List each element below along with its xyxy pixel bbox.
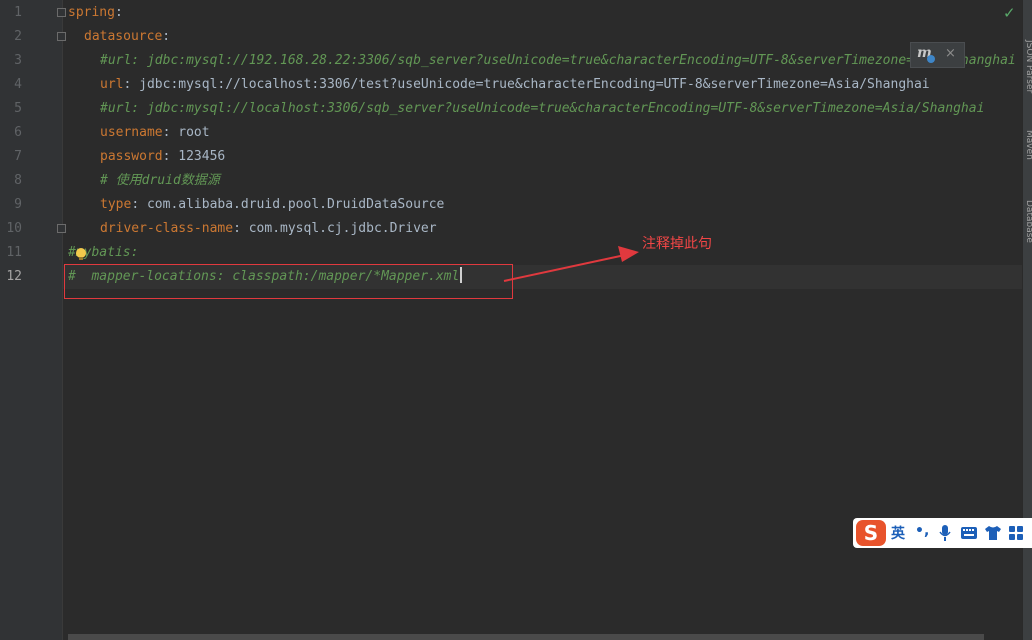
line-number: 9 (14, 197, 22, 212)
yaml-key: password (100, 149, 163, 164)
yaml-key: username (100, 125, 163, 140)
horizontal-scrollbar[interactable] (68, 634, 984, 640)
line-number-current: 12 (6, 269, 22, 284)
ime-language-toggle[interactable]: 英 (891, 523, 905, 543)
yaml-value: com.alibaba.druid.pool.DruidDataSource (146, 197, 445, 212)
ime-punctuation-toggle[interactable]: •, (915, 523, 929, 539)
line-number: 6 (14, 125, 22, 140)
yaml-sep: : (114, 5, 123, 20)
line-number: 8 (14, 173, 22, 188)
line-number: 10 (6, 221, 22, 236)
yaml-sep: : (131, 197, 147, 212)
refresh-badge-icon (927, 55, 935, 63)
code-line-3: #url: jdbc:mysql://192.168.28.22:3306/sq… (100, 53, 1016, 68)
ime-toolbar[interactable]: S 英 •, (853, 518, 1032, 548)
inspection-ok-icon[interactable]: ✓ (1003, 4, 1016, 22)
line-number: 7 (14, 149, 22, 164)
tool-tab-maven[interactable]: Maven (1024, 130, 1032, 160)
code-line-7: password: 123456 (100, 145, 225, 169)
code-line-5: #url: jdbc:mysql://localhost:3306/sqb_se… (100, 101, 985, 116)
yaml-key: type (100, 197, 132, 212)
yaml-value: com.mysql.cj.jdbc.Driver (248, 221, 437, 236)
code-line-8: # 使用druid数据源 (100, 173, 220, 188)
intention-bulb-icon[interactable] (76, 248, 86, 260)
line-number: 1 (14, 5, 22, 20)
fold-marker-icon[interactable] (57, 32, 66, 41)
tool-tab-json-parser[interactable]: JSON Parser (1024, 40, 1032, 93)
line-number: 3 (14, 53, 22, 68)
code-line-10: driver-class-name: com.mysql.cj.jdbc.Dri… (100, 217, 437, 241)
code-line-1: spring: (68, 1, 123, 25)
yaml-key: url (100, 77, 124, 92)
tool-tab-database[interactable]: Database (1024, 200, 1032, 243)
code-line-4: url: jdbc:mysql://localhost:3306/test?us… (100, 73, 930, 97)
keyboard-icon[interactable] (961, 527, 977, 539)
mybatis-mapper-popup[interactable]: m × (910, 42, 965, 68)
apps-icon[interactable] (1009, 526, 1023, 540)
yaml-sep: : (162, 29, 171, 44)
yaml-sep: : (233, 221, 249, 236)
yaml-sep: : (162, 149, 179, 164)
yaml-value: root (178, 125, 210, 140)
fold-marker-icon[interactable] (57, 8, 66, 17)
yaml-key: datasource (84, 29, 163, 44)
highlight-box (64, 264, 513, 299)
line-number: 11 (6, 245, 22, 260)
fold-end-marker-icon[interactable] (57, 224, 66, 233)
line-number: 4 (14, 77, 22, 92)
code-line-2: datasource: (84, 25, 170, 49)
yaml-value: jdbc:mysql://localhost:3306/test?useUnic… (139, 77, 930, 92)
ime-logo-icon[interactable]: S (856, 520, 886, 546)
code-line-6: username: root (100, 121, 210, 145)
mic-icon[interactable] (939, 525, 951, 541)
close-icon[interactable]: × (945, 46, 956, 61)
yaml-key: driver-class-name (100, 221, 234, 236)
line-number: 5 (14, 101, 22, 116)
skin-icon[interactable] (985, 526, 1001, 540)
line-number: 2 (14, 29, 22, 44)
yaml-sep: : (162, 125, 179, 140)
yaml-key: spring (68, 5, 115, 20)
annotation-label: 注释掉此句 (642, 236, 712, 252)
yaml-sep: : (123, 77, 140, 92)
yaml-value: 123456 (178, 149, 226, 164)
code-line-9: type: com.alibaba.druid.pool.DruidDataSo… (100, 193, 444, 217)
